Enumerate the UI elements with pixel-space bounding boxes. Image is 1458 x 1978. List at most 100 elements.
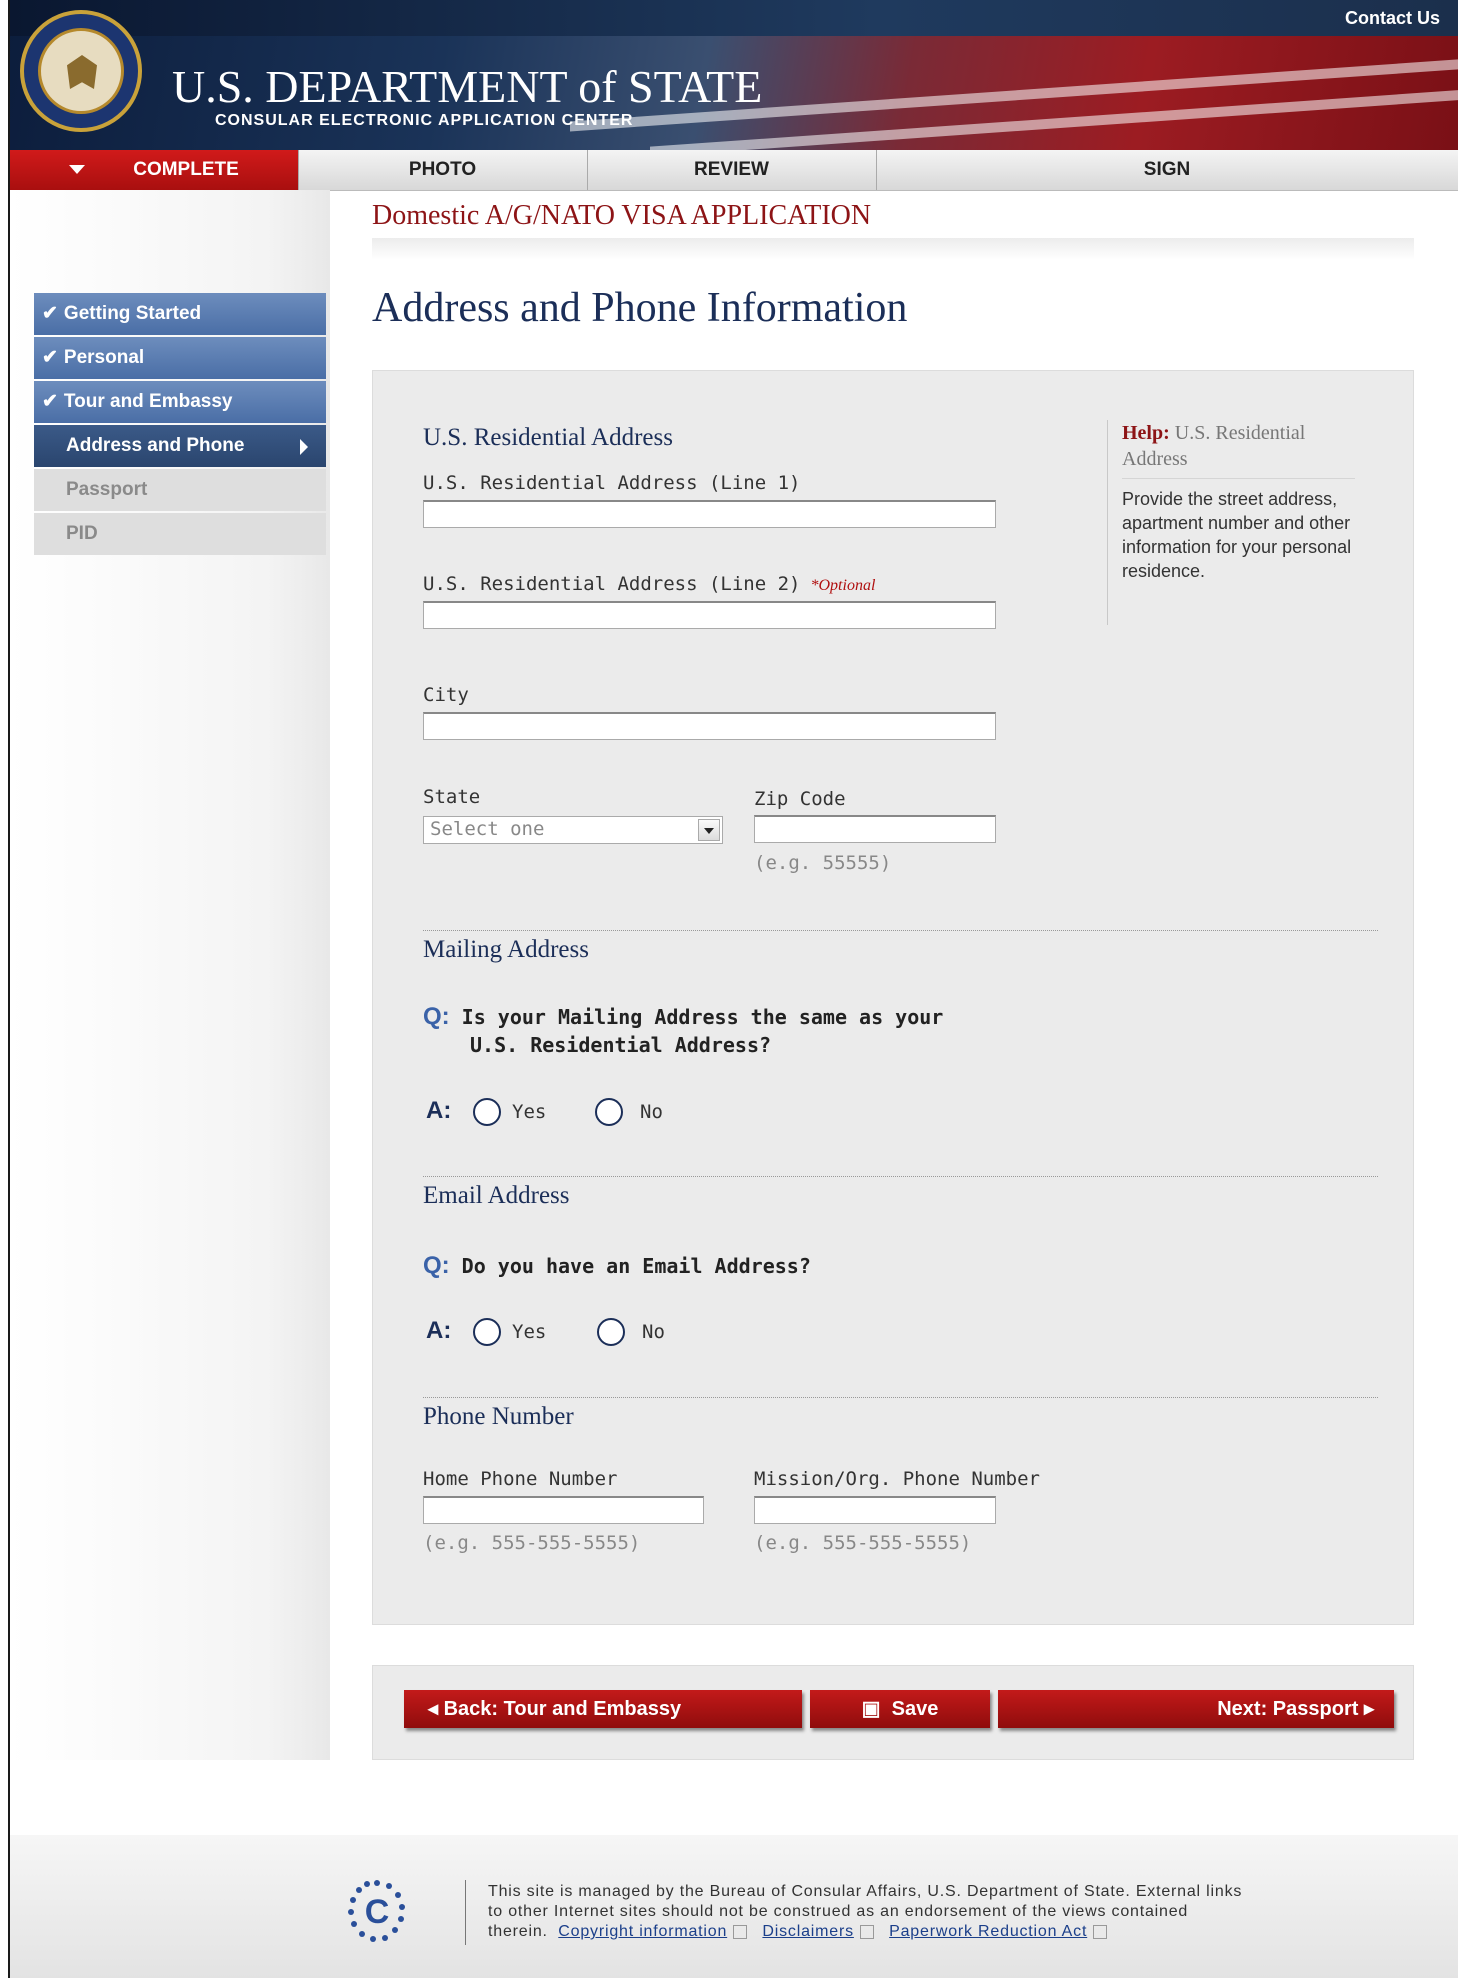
caret-left-icon: ◂ <box>428 1698 439 1720</box>
footer-line: to other Internet sites should not be co… <box>488 1903 1189 1920</box>
help-box: Help: U.S. Residential Address Provide t… <box>1107 420 1355 625</box>
address-line2-input[interactable] <box>423 601 996 629</box>
svg-text:C: C <box>365 1893 390 1931</box>
home-phone-input[interactable] <box>423 1496 704 1524</box>
tab-complete[interactable]: COMPLETE <box>10 150 299 190</box>
back-button-label: Back: Tour and Embassy <box>443 1698 682 1720</box>
sidebar-item-pid: PID <box>34 513 326 555</box>
consular-affairs-logo: C <box>348 1880 405 1942</box>
save-button[interactable]: ▣ Save <box>810 1690 990 1728</box>
section-divider <box>423 1397 1378 1398</box>
address-line2-label: U.S. Residential Address (Line 2) *Option… <box>423 573 875 595</box>
home-phone-hint: (e.g. 555-555-5555) <box>423 1532 641 1554</box>
mailing-yes-radio[interactable] <box>473 1098 501 1126</box>
mailing-no-label: No <box>640 1101 663 1123</box>
copyright-link[interactable]: Copyright information <box>558 1923 727 1940</box>
zip-input[interactable] <box>754 815 996 843</box>
address-line1-label: U.S. Residential Address (Line 1) <box>423 472 801 494</box>
a-mark: A: <box>426 1097 452 1124</box>
site-title: U.S. DEPARTMENT of STATE <box>172 61 763 112</box>
section-divider <box>423 930 1378 931</box>
a-mark: A: <box>426 1317 452 1344</box>
mailing-question-cont: U.S. Residential Address? <box>470 1033 772 1057</box>
sidebar-item-passport: Passport <box>34 469 326 511</box>
state-select[interactable]: Select one <box>423 816 723 844</box>
state-selected-value: Select one <box>430 818 545 840</box>
footer-separator <box>465 1880 466 1945</box>
section-divider <box>423 1176 1378 1177</box>
tab-label: SIGN <box>1143 159 1191 180</box>
contact-us-link[interactable]: Contact Us <box>1345 8 1440 29</box>
check-icon: ✔ <box>42 391 58 412</box>
sidebar-nav: ✔ Getting Started ✔ Personal ✔ Tour and Emb… <box>34 293 326 557</box>
city-label: City <box>423 684 469 706</box>
section-heading-email: Email Address <box>423 1182 570 1209</box>
back-button[interactable]: ◂ Back: Tour and Embassy <box>404 1690 802 1728</box>
email-yes-label: Yes <box>512 1321 547 1343</box>
sidebar-item-personal[interactable]: ✔ Personal <box>34 337 326 379</box>
help-prefix: Help: <box>1122 422 1170 444</box>
address-line2-label-text: U.S. Residential Address (Line 2) <box>423 573 801 595</box>
external-link-icon <box>859 1924 874 1939</box>
section-heading-mailing: Mailing Address <box>423 936 589 963</box>
mission-phone-input[interactable] <box>754 1496 996 1524</box>
zip-label: Zip Code <box>754 788 846 810</box>
chevron-down-icon[interactable] <box>698 819 720 841</box>
sidebar-item-label: Passport <box>66 479 148 500</box>
caret-right-icon: ▸ <box>1363 1698 1374 1720</box>
mission-phone-hint: (e.g. 555-555-5555) <box>754 1532 972 1554</box>
address-line1-input[interactable] <box>423 500 996 528</box>
email-yes-radio[interactable] <box>473 1318 501 1346</box>
email-no-label: No <box>642 1321 665 1343</box>
seal-eagle <box>38 28 124 114</box>
sidebar-item-tour-and-embassy[interactable]: ✔ Tour and Embassy <box>34 381 326 423</box>
top-strip: Contact Us <box>10 0 1458 36</box>
home-phone-label: Home Phone Number <box>423 1468 618 1490</box>
sidebar-item-getting-started[interactable]: ✔ Getting Started <box>34 293 326 335</box>
application-title: Domestic A/G/NATO VISA APPLICATION <box>372 200 872 231</box>
flag-stripe <box>650 89 1458 150</box>
email-question: Q: Do you have an Email Address? <box>423 1252 811 1280</box>
optional-tag: *Optional <box>810 577 876 594</box>
eagle-icon <box>67 55 97 89</box>
caret-right-icon <box>300 439 308 455</box>
footer-line: therein. <box>488 1923 548 1940</box>
next-button-label: Next: Passport <box>1217 1698 1359 1720</box>
sidebar-item-label: PID <box>66 523 98 544</box>
sidebar-item-address-and-phone[interactable]: Address and Phone <box>34 425 326 467</box>
question-line: Is your Mailing Address the same as your <box>461 1005 944 1029</box>
next-button[interactable]: Next: Passport ▸ <box>998 1690 1394 1728</box>
department-seal-logo <box>20 10 142 132</box>
mailing-question: Q: Is your Mailing Address the same as yo… <box>423 1003 943 1031</box>
email-no-radio[interactable] <box>597 1318 625 1346</box>
q-mark: Q: <box>423 1003 450 1030</box>
check-icon: ✔ <box>42 347 58 368</box>
paperwork-reduction-link[interactable]: Paperwork Reduction Act <box>889 1923 1087 1940</box>
disclaimers-link[interactable]: Disclaimers <box>762 1923 853 1940</box>
tab-photo[interactable]: PHOTO <box>298 150 588 190</box>
tab-review[interactable]: REVIEW <box>587 150 877 190</box>
footer-line: This site is managed by the Bureau of Co… <box>488 1883 1243 1900</box>
sidebar-item-label: Getting Started <box>63 303 202 324</box>
city-input[interactable] <box>423 712 996 740</box>
check-icon: ✔ <box>42 303 58 324</box>
zip-hint: (e.g. 55555) <box>754 852 892 874</box>
question-line: Do you have an Email Address? <box>461 1254 811 1278</box>
q-mark: Q: <box>423 1252 450 1279</box>
state-label: State <box>423 786 481 808</box>
tab-label: COMPLETE <box>133 159 239 180</box>
external-link-icon <box>1093 1924 1108 1939</box>
sidebar-item-label: Personal <box>63 347 145 368</box>
help-text: Provide the street address, apartment nu… <box>1122 489 1352 581</box>
site-subtitle: CONSULAR ELECTRONIC APPLICATION CENTER <box>215 112 634 129</box>
footer-text: This site is managed by the Bureau of Co… <box>488 1882 1388 1942</box>
mailing-no-radio[interactable] <box>595 1098 623 1126</box>
tab-sign[interactable]: SIGN <box>876 150 1458 190</box>
title-underline <box>372 238 1414 260</box>
footer-links-line: therein. Copyright information Disclaime… <box>488 1922 1388 1942</box>
section-heading-phone: Phone Number <box>423 1403 574 1430</box>
sidebar-item-label: Tour and Embassy <box>63 391 233 412</box>
sidebar-item-label: Address and Phone <box>66 435 245 456</box>
tab-label: REVIEW <box>694 159 769 180</box>
tab-label: PHOTO <box>408 159 477 180</box>
